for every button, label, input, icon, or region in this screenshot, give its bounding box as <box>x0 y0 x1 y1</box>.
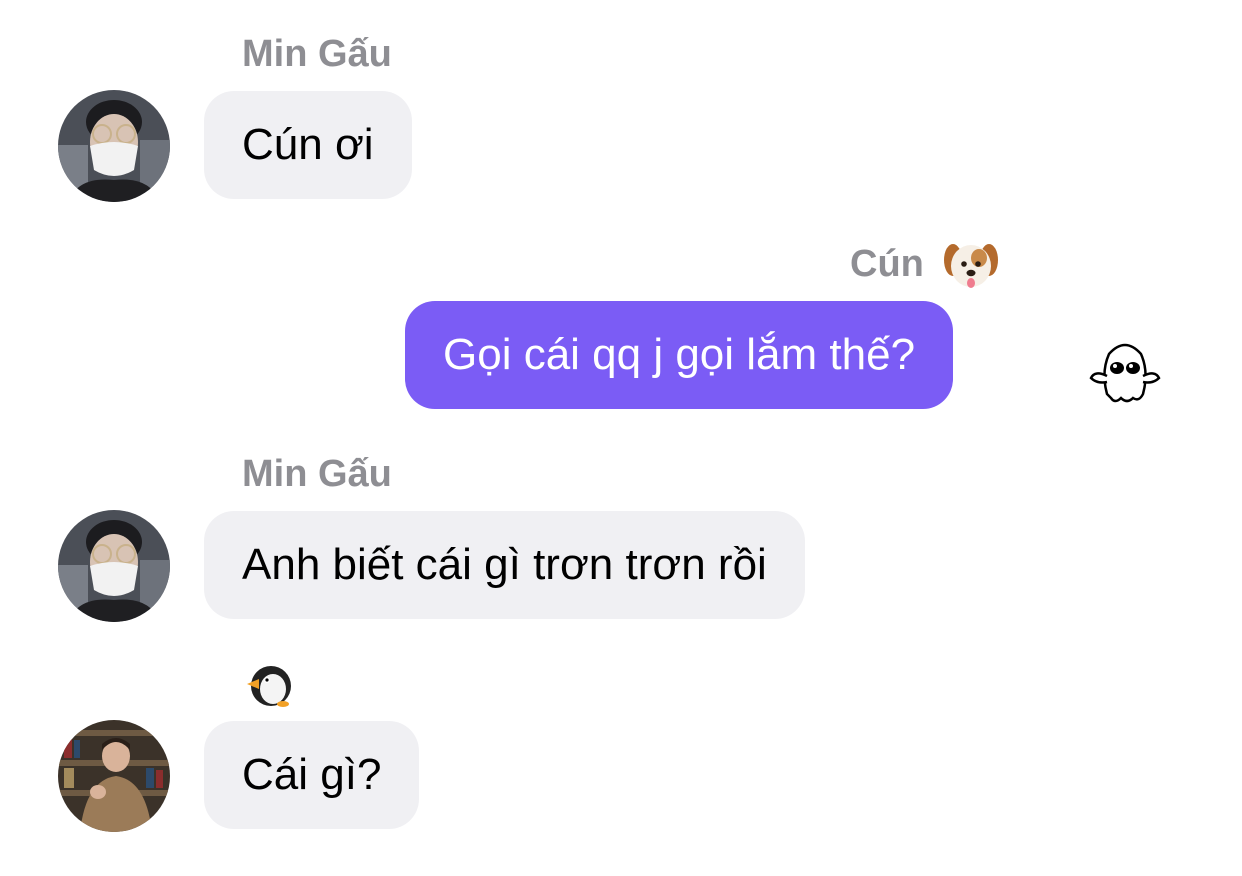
avatar[interactable] <box>58 90 170 202</box>
message-bubble[interactable]: Cái gì? <box>204 721 420 829</box>
message-text: Cún ơi <box>242 120 374 169</box>
penguin-icon <box>243 660 295 708</box>
message-bubble[interactable]: Anh biết cái gì trơn trơn rồi <box>204 511 805 619</box>
message-bubble[interactable]: Gọi cái qq j gọi lắm thế? <box>405 301 954 409</box>
message-bubble[interactable]: Cún ơi <box>204 91 412 199</box>
sender-name: Cún <box>850 243 924 285</box>
message-text: Cái gì? <box>242 750 382 799</box>
avatar[interactable] <box>58 720 170 832</box>
message-text: Anh biết cái gì trơn trơn rồi <box>242 540 767 589</box>
dog-face-icon <box>943 240 999 292</box>
message-text: Gọi cái qq j gọi lắm thế? <box>443 330 916 379</box>
sender-name: Min Gấu <box>242 33 392 75</box>
sender-name: Min Gấu <box>242 453 392 495</box>
ghost-sticker-icon <box>1087 334 1163 406</box>
avatar[interactable] <box>58 510 170 622</box>
